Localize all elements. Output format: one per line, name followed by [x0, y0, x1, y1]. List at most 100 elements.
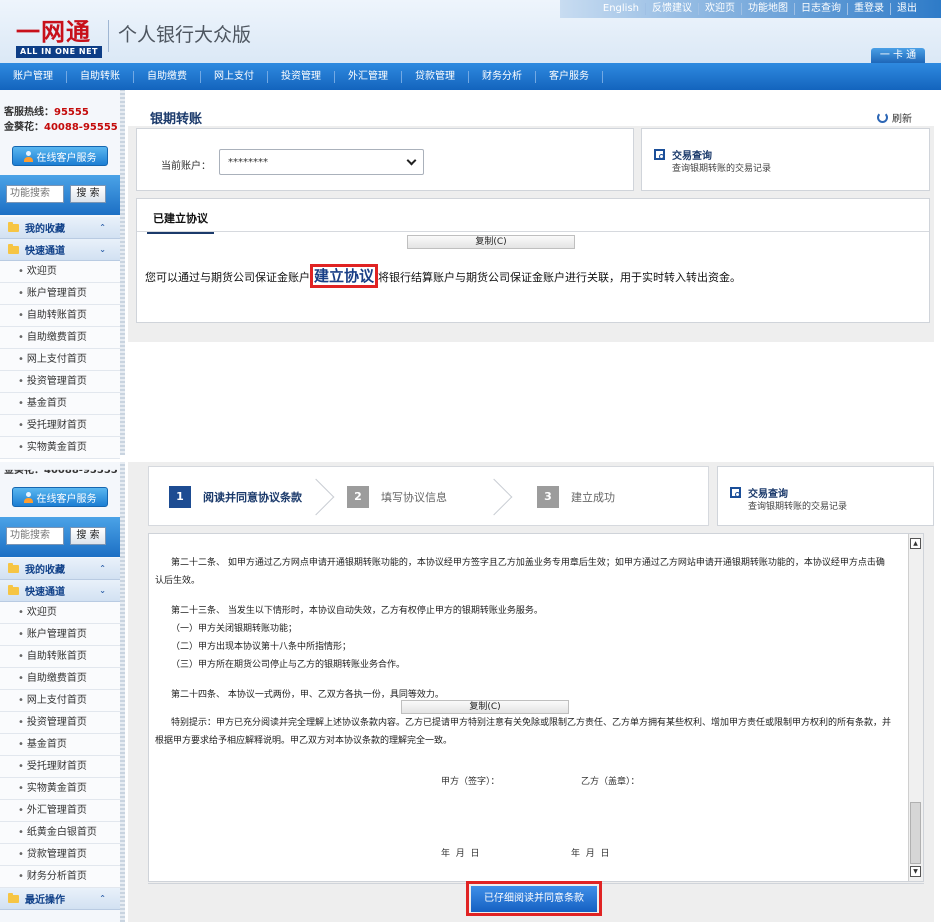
query-title[interactable]: 交易查询	[748, 485, 788, 500]
search-button[interactable]: 搜 索	[70, 527, 106, 545]
clause-22-cont: 认后生效。	[155, 576, 201, 586]
group-recent[interactable]: 最近操作 ⌃	[0, 888, 120, 910]
chevron-down-icon: ⌄	[99, 245, 106, 254]
nav-forex[interactable]: 外汇管理	[335, 70, 402, 83]
group-favorites[interactable]: 我的收藏 ⌃	[0, 558, 120, 580]
agree-button[interactable]: 已仔细阅读并同意条款	[471, 886, 597, 912]
nav-service[interactable]: 客户服务	[536, 70, 603, 83]
tab-yikatong[interactable]: 一 卡 通	[871, 48, 925, 64]
sidebar-item-finance[interactable]: 财务分析首页	[0, 866, 120, 888]
link-log-query[interactable]: 日志查询	[794, 3, 847, 15]
link-feedback[interactable]: 反馈建议	[645, 3, 698, 15]
online-service-button[interactable]: 在线客户服务	[12, 146, 108, 166]
folder-icon	[8, 221, 19, 232]
sidebar-item-welcome[interactable]: 欢迎页	[0, 602, 120, 624]
scroll-up-icon[interactable]: ▲	[910, 538, 921, 549]
sidebar-item-invest[interactable]: 投资管理首页	[0, 712, 120, 734]
sidebar-item-paper-gold[interactable]: 纸黄金白银首页	[0, 822, 120, 844]
sidebar-item-gold[interactable]: 实物黄金首页	[0, 437, 120, 459]
nav-payment[interactable]: 自助缴费	[134, 70, 201, 83]
sidebar-scroll-handle[interactable]	[120, 90, 125, 455]
account-select[interactable]: ********	[219, 149, 424, 175]
group-label: 快速通道	[25, 587, 65, 598]
sidebar-item-trust[interactable]: 受托理财首页	[0, 415, 120, 437]
link-logout[interactable]: 退出	[890, 3, 923, 15]
copy-bar[interactable]: 复制(C)	[401, 700, 569, 714]
sidebar-item-payment[interactable]: 自助缴费首页	[0, 668, 120, 690]
query-title[interactable]: 交易查询	[672, 147, 712, 162]
search-button[interactable]: 搜 索	[70, 185, 106, 203]
sidebar-item-forex[interactable]: 外汇管理首页	[0, 800, 120, 822]
clause-22: 第二十二条、 如甲方通过乙方网点申请开通银期转账功能的，本协议经甲方签字且乙方加…	[171, 558, 885, 568]
clause-23-1: （一）甲方关闭银期转账功能；	[171, 624, 298, 634]
link-welcome[interactable]: 欢迎页	[698, 3, 741, 15]
function-search-input[interactable]: 功能搜索	[6, 185, 64, 203]
folder-icon	[8, 584, 19, 595]
group-favorites[interactable]: 我的收藏 ⌃	[0, 217, 120, 239]
step-2-label: 填写协议信息	[381, 491, 447, 504]
sidebar-item-payment[interactable]: 自助缴费首页	[0, 327, 120, 349]
site-header: 一网通 ALL IN ONE NET 个人银行大众版 English 反馈建议 …	[0, 0, 941, 64]
note-before: 您可以通过与期货公司保证金账户	[145, 271, 310, 284]
sidebar-item-welcome[interactable]: 欢迎页	[0, 261, 120, 283]
sunflower-label: 金葵花：	[4, 465, 44, 476]
refresh-button[interactable]: 刷新	[877, 110, 912, 125]
sidebar-bottom: 金葵花：40088-95555 在线客户服务 功能搜索 搜 索 我的收藏 ⌃ 快速…	[0, 462, 125, 922]
scroll-down-icon[interactable]: ▼	[910, 866, 921, 877]
sidebar-top: 客服热线：95555 金葵花：40088-95555 在线客户服务 功能搜索 搜…	[0, 90, 125, 459]
sidebar-item-account[interactable]: 账户管理首页	[0, 283, 120, 305]
document-scrollbar[interactable]: ▲ ▼	[908, 534, 923, 881]
group-quick-access[interactable]: 快速通道 ⌄	[0, 580, 120, 602]
nav-invest[interactable]: 投资管理	[268, 70, 335, 83]
logo: 一网通	[16, 17, 91, 46]
function-search-input[interactable]: 功能搜索	[6, 527, 64, 545]
hotline: 客服热线：95555	[4, 106, 89, 119]
link-english[interactable]: English	[597, 3, 645, 15]
sidebar-item-loan[interactable]: 贷款管理首页	[0, 844, 120, 866]
group-label: 我的收藏	[25, 224, 65, 235]
sidebar-item-transfer[interactable]: 自助转账首页	[0, 305, 120, 327]
link-relogin[interactable]: 重登录	[847, 3, 890, 15]
online-service-button[interactable]: 在线客户服务	[12, 487, 108, 507]
tab-established[interactable]: 已建立协议	[147, 210, 214, 234]
sidebar-item-fund[interactable]: 基金首页	[0, 734, 120, 756]
account-label: 当前账户：	[161, 161, 211, 172]
step-bar: 1 阅读并同意协议条款 2 填写协议信息 3 建立成功	[148, 466, 709, 526]
sidebar-item-trust[interactable]: 受托理财首页	[0, 756, 120, 778]
link-function-map[interactable]: 功能地图	[741, 3, 794, 15]
step-arrow	[297, 478, 335, 516]
step-1-label: 阅读并同意协议条款	[203, 491, 302, 504]
nav-account[interactable]: 账户管理	[0, 70, 67, 83]
step-3-label: 建立成功	[571, 491, 615, 504]
trade-query-card[interactable]: 交易查询 查询银期转账的交易记录	[641, 128, 930, 191]
trade-query-card[interactable]: 交易查询 查询银期转账的交易记录	[717, 466, 934, 526]
nav-finance[interactable]: 财务分析	[469, 70, 536, 83]
folder-icon	[8, 562, 19, 573]
sidebar-scroll-handle[interactable]	[120, 462, 125, 922]
scroll-thumb[interactable]	[910, 802, 921, 864]
sidebar-item-invest[interactable]: 投资管理首页	[0, 371, 120, 393]
sidebar-item-gold[interactable]: 实物黄金首页	[0, 778, 120, 800]
copy-bar[interactable]: 复制(C)	[407, 235, 575, 249]
sidebar-item-account[interactable]: 账户管理首页	[0, 624, 120, 646]
chevron-up-icon: ⌃	[99, 564, 106, 573]
top-links: English 反馈建议 欢迎页 功能地图 日志查询 重登录 退出	[597, 3, 923, 15]
sunflower-hotline-cut: 金葵花：40088-95555	[4, 465, 118, 477]
clause-23: 第二十三条、 当发生以下情形时，本协议自动失效，乙方有权停止甲方的银期转账业务服…	[171, 606, 543, 616]
create-agreement-link[interactable]: 建立协议	[310, 264, 379, 288]
nav-transfer[interactable]: 自助转账	[67, 70, 134, 83]
sidebar-item-online-pay[interactable]: 网上支付首页	[0, 690, 120, 712]
group-quick-access[interactable]: 快速通道 ⌄	[0, 239, 120, 261]
nav-online-pay[interactable]: 网上支付	[201, 70, 268, 83]
party-b-date: 年 月 日	[571, 849, 610, 859]
sunflower-number: 40088-95555	[44, 122, 118, 133]
step-arrow	[475, 478, 513, 516]
sidebar-item-transfer[interactable]: 自助转账首页	[0, 646, 120, 668]
hotline-label: 客服热线：	[4, 107, 54, 118]
account-card: 当前账户： ********	[136, 128, 634, 191]
step-3: 3 建立成功	[537, 486, 615, 508]
nav-loan[interactable]: 贷款管理	[402, 70, 469, 83]
sidebar-item-fund[interactable]: 基金首页	[0, 393, 120, 415]
agreement-document: 第二十二条、 如甲方通过乙方网点申请开通银期转账功能的，本协议经甲方签字且乙方加…	[148, 533, 924, 882]
sidebar-item-online-pay[interactable]: 网上支付首页	[0, 349, 120, 371]
